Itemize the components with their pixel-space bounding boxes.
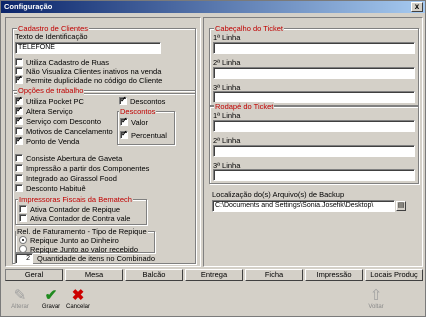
- cabecalho-line1-label: 1ª Linha: [213, 33, 241, 42]
- radio-repique-valor-recebido[interactable]: [19, 245, 27, 253]
- title-bar: Configuração x: [1, 1, 425, 13]
- rodape-line2-field[interactable]: [213, 145, 415, 157]
- tab-entrega[interactable]: Entrega: [185, 269, 243, 281]
- group-rodape-ticket: Rodapé do Ticket 1ª Linha 2ª Linha 3ª Li…: [209, 102, 419, 184]
- label-impressao-componentes: Impressão a partir dos Componentes: [26, 164, 150, 173]
- gravar-button[interactable]: ✔ Gravar: [39, 288, 63, 311]
- faturamento-legend: Rel. de Faturamento - Tipo de Repique: [16, 227, 148, 236]
- left-panel: Cadastro de Clientes Texto de Identifica…: [5, 17, 201, 267]
- checkbox-impressao-componentes[interactable]: [15, 164, 23, 172]
- tab-geral[interactable]: Geral: [5, 269, 63, 281]
- voltar-button[interactable]: ⇧ Voltar: [363, 288, 389, 311]
- x-mark-icon: ✖: [71, 287, 85, 304]
- checkbox-duplicidade-codigo[interactable]: [15, 74, 23, 84]
- rodape-line1-label: 1ª Linha: [213, 111, 241, 120]
- label-servico-desconto: Serviço com Desconto: [26, 117, 102, 126]
- checkbox-descontos[interactable]: [119, 95, 127, 105]
- label-altera-servico: Altera Serviço: [26, 107, 73, 116]
- qty-combinado-field[interactable]: 2: [15, 253, 33, 264]
- cabecalho-line2-field[interactable]: [213, 67, 415, 79]
- id-field[interactable]: TELEFONE: [15, 42, 161, 54]
- label-duplicidade-codigo: Permite duplicidade no código do Cliente: [26, 76, 163, 85]
- checkbox-desconto-percentual[interactable]: [120, 129, 128, 139]
- checkbox-contador-repique[interactable]: [19, 205, 27, 213]
- trabalho-legend: Opções de trabalho: [17, 86, 85, 95]
- cancelar-label: Cancelar: [65, 304, 90, 310]
- descontos-legend: Descontos: [119, 107, 157, 116]
- label-girassol-food: Integrado ao Girassol Food: [26, 174, 117, 183]
- window-title: Configuração: [4, 2, 53, 11]
- label-pocket-pc: Utiliza Pocket PC: [26, 97, 84, 106]
- checkbox-abertura-gaveta[interactable]: [15, 154, 23, 162]
- group-opcoes-trabalho: Opções de trabalho Utiliza Pocket PC Alt…: [12, 86, 196, 264]
- voltar-label: Voltar: [368, 304, 384, 310]
- tab-ficha[interactable]: Ficha: [245, 269, 303, 281]
- close-button[interactable]: x: [411, 2, 423, 12]
- cabecalho-legend: Cabeçalho do Ticket: [214, 24, 284, 33]
- group-descontos: Descontos Valor Percentual: [117, 107, 175, 145]
- checkbox-altera-servico[interactable]: [15, 105, 23, 115]
- label-qty-combinado: Quantidade de itens no Combinado: [37, 254, 156, 263]
- tab-balcao[interactable]: Balcão: [125, 269, 183, 281]
- cancelar-button[interactable]: ✖ Cancelar: [64, 288, 92, 311]
- fiscais-legend: Impressoras Fiscais da Bematech: [18, 195, 133, 204]
- group-faturamento-repique: Rel. de Faturamento - Tipo de Repique Re…: [15, 227, 155, 254]
- id-label: Texto de Identificação: [15, 32, 88, 41]
- alterar-button[interactable]: ✎ Alterar: [7, 288, 33, 311]
- backup-label: Localização do(s) Arquivo(s) de Backup: [212, 190, 345, 199]
- label-repique-dinheiro: Repique Junto ao Dinheiro: [30, 236, 119, 245]
- tab-locais-producao[interactable]: Locais Produç: [365, 269, 423, 281]
- right-panel: Cabeçalho do Ticket 1ª Linha 2ª Linha 3ª…: [203, 17, 423, 267]
- group-impressoras-fiscais: Impressoras Fiscais da Bematech Ativa Co…: [15, 195, 147, 225]
- label-cadastro-ruas: Utiliza Cadastro de Ruas: [26, 58, 109, 67]
- cabecalho-line1-field[interactable]: [213, 42, 415, 54]
- cabecalho-line2-label: 2ª Linha: [213, 58, 241, 67]
- group-cabecalho-ticket: Cabeçalho do Ticket 1ª Linha 2ª Linha 3ª…: [209, 24, 419, 106]
- rodape-line2-label: 2ª Linha: [213, 136, 241, 145]
- label-abertura-gaveta: Consiste Abertura de Gaveta: [26, 154, 123, 163]
- tab-impressao[interactable]: Impressão: [305, 269, 363, 281]
- label-desconto-habitue: Desconto Habituê: [26, 184, 86, 193]
- label-descontos: Descontos: [130, 97, 166, 106]
- config-window: Configuração x Cadastro de Clientes Text…: [0, 0, 426, 317]
- group-cadastro-clientes: Cadastro de Clientes Texto de Identifica…: [12, 24, 196, 94]
- label-desconto-percentual: Percentual: [131, 131, 167, 140]
- tab-bar: Geral Mesa Balcão Entrega Ficha Impressã…: [5, 269, 423, 281]
- checkbox-girassol-food[interactable]: [15, 174, 23, 182]
- tab-mesa[interactable]: Mesa: [65, 269, 123, 281]
- rodape-legend: Rodapé do Ticket: [214, 102, 275, 111]
- checkmark-icon: ✔: [44, 287, 58, 304]
- checkbox-servico-desconto[interactable]: [15, 115, 23, 125]
- checkbox-contador-contra-vale[interactable]: [19, 214, 27, 222]
- rodape-line3-field[interactable]: [213, 169, 415, 181]
- folder-icon[interactable]: ▤: [396, 201, 406, 211]
- label-motivos-cancelamento: Motivos de Cancelamento: [26, 127, 113, 136]
- pencil-icon: ✎: [13, 287, 27, 304]
- label-ponto-venda: Ponto de Venda: [26, 137, 80, 146]
- label-desconto-valor: Valor: [131, 118, 148, 127]
- door-exit-icon: ⇧: [369, 287, 383, 304]
- group-backup: Localização do(s) Arquivo(s) de Backup C…: [209, 188, 419, 218]
- radio-repique-dinheiro[interactable]: [19, 236, 27, 244]
- checkbox-desconto-valor[interactable]: [120, 116, 128, 126]
- label-repique-valor-recebido: Repique Junto ao valor recebido: [30, 245, 138, 254]
- checkbox-desconto-habitue[interactable]: [15, 184, 23, 192]
- checkbox-motivos-cancelamento[interactable]: [15, 127, 23, 135]
- checkbox-pocket-pc[interactable]: [15, 95, 23, 105]
- label-contador-repique: Ativa Contador de Repique: [30, 205, 121, 214]
- alterar-label: Alterar: [11, 304, 29, 310]
- checkbox-ponto-venda[interactable]: [15, 135, 23, 145]
- backup-path-field[interactable]: C:\Documents and Settings\Sonia.Josefik\…: [212, 200, 395, 212]
- label-clientes-inativos: Não Visualiza Clientes inativos na venda: [26, 67, 162, 76]
- label-contador-contra-vale: Ativa Contador de Contra vale: [30, 214, 131, 223]
- gravar-label: Gravar: [41, 304, 61, 310]
- checkbox-cadastro-ruas[interactable]: [15, 58, 23, 66]
- rodape-line1-field[interactable]: [213, 120, 415, 132]
